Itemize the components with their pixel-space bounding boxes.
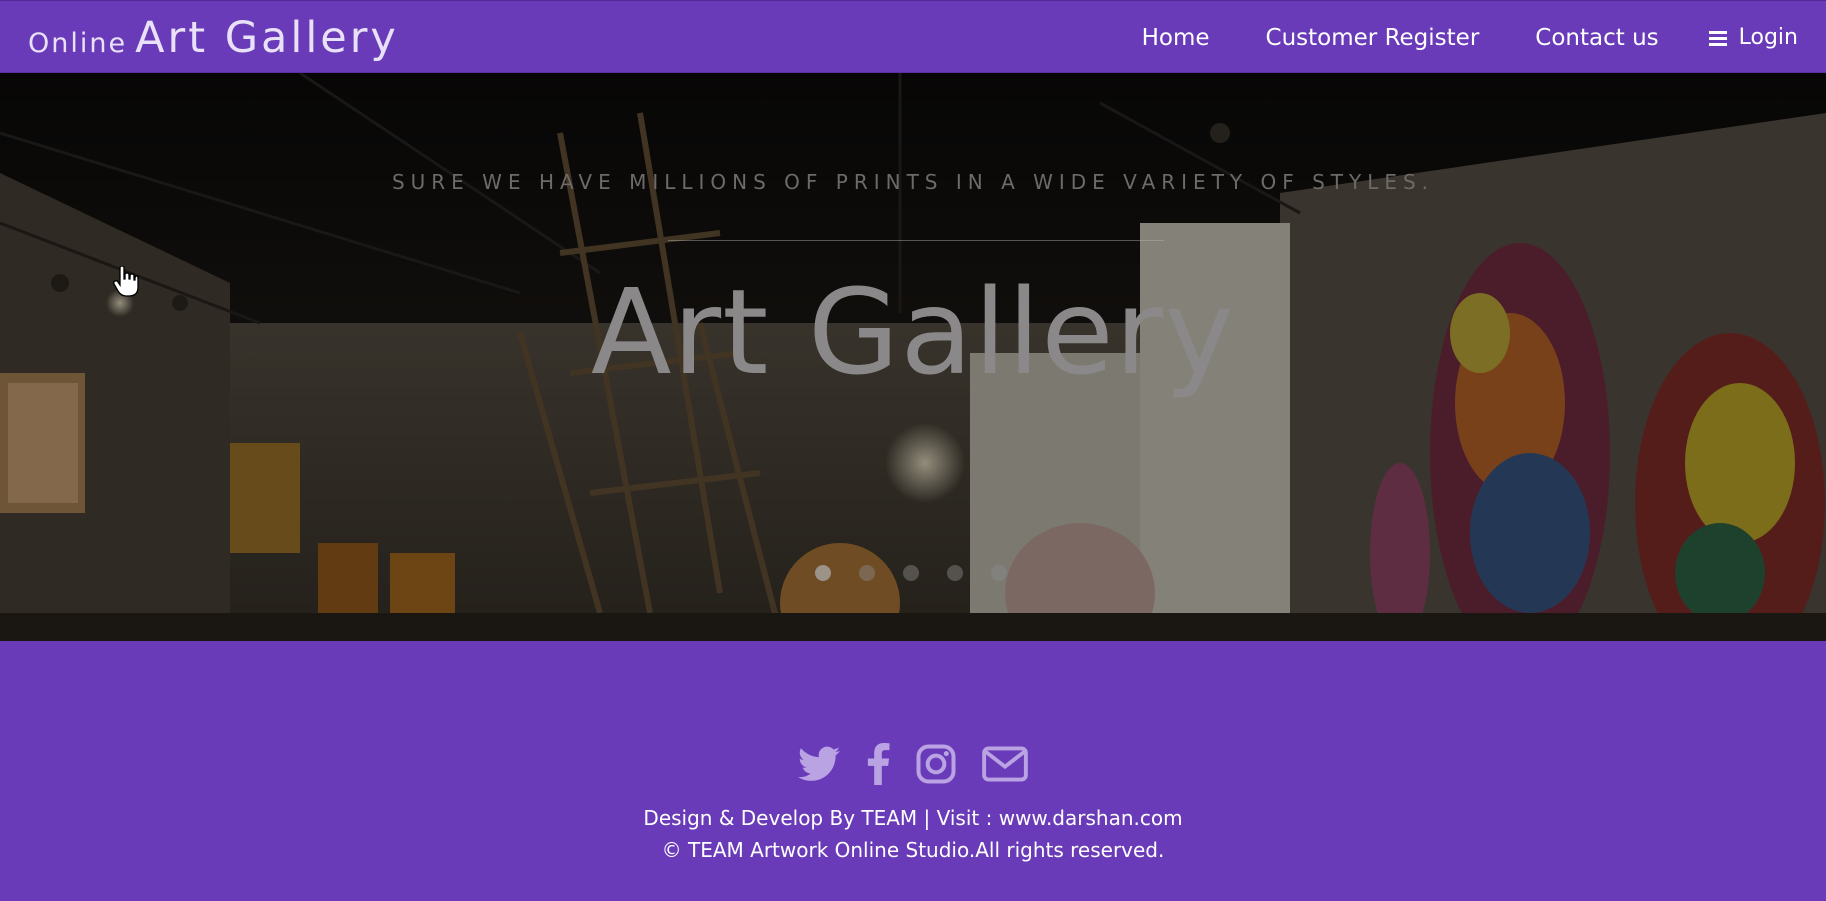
menu-icon [1708, 30, 1727, 46]
nav-home-link[interactable]: Home [1142, 25, 1210, 51]
hero-tagline: SURE WE HAVE MILLIONS OF PRINTS IN A WID… [391, 170, 1435, 194]
hero-title: Art Gallery [590, 263, 1236, 401]
site-footer: Design & Develop By TEAM | Visit : www.d… [0, 641, 1826, 901]
nav-contact-us-link[interactable]: Contact us [1535, 25, 1658, 51]
email-icon[interactable] [982, 746, 1028, 782]
brand-prefix: Online [28, 28, 128, 59]
carousel-dot-5[interactable] [991, 565, 1007, 581]
hero-carousel: SURE WE HAVE MILLIONS OF PRINTS IN A WID… [0, 73, 1826, 641]
nav-links: Home Customer Register Contact us Login [1086, 1, 1798, 74]
hand-cursor-icon [113, 266, 139, 297]
top-navbar: Online Art Gallery Home Customer Register… [0, 0, 1826, 73]
carousel-indicators [815, 565, 1035, 581]
carousel-dot-2[interactable] [859, 565, 875, 581]
nav-customer-register-link[interactable]: Customer Register [1266, 25, 1480, 51]
footer-credit: Design & Develop By TEAM | Visit : www.d… [643, 806, 1183, 830]
brand-name: Art Gallery [135, 13, 399, 63]
facebook-icon[interactable] [866, 743, 890, 785]
footer-copyright: © TEAM Artwork Online Studio.All rights … [661, 838, 1165, 862]
twitter-icon[interactable] [798, 746, 840, 782]
carousel-dot-1[interactable] [815, 565, 831, 581]
login-label: Login [1738, 25, 1798, 50]
site-logo[interactable]: Online Art Gallery [28, 13, 399, 63]
social-links [0, 743, 1826, 785]
carousel-dot-3[interactable] [903, 565, 919, 581]
hero-divider [668, 240, 1164, 241]
instagram-icon[interactable] [916, 744, 956, 784]
login-button[interactable]: Login [1708, 25, 1798, 50]
carousel-dot-4[interactable] [947, 565, 963, 581]
